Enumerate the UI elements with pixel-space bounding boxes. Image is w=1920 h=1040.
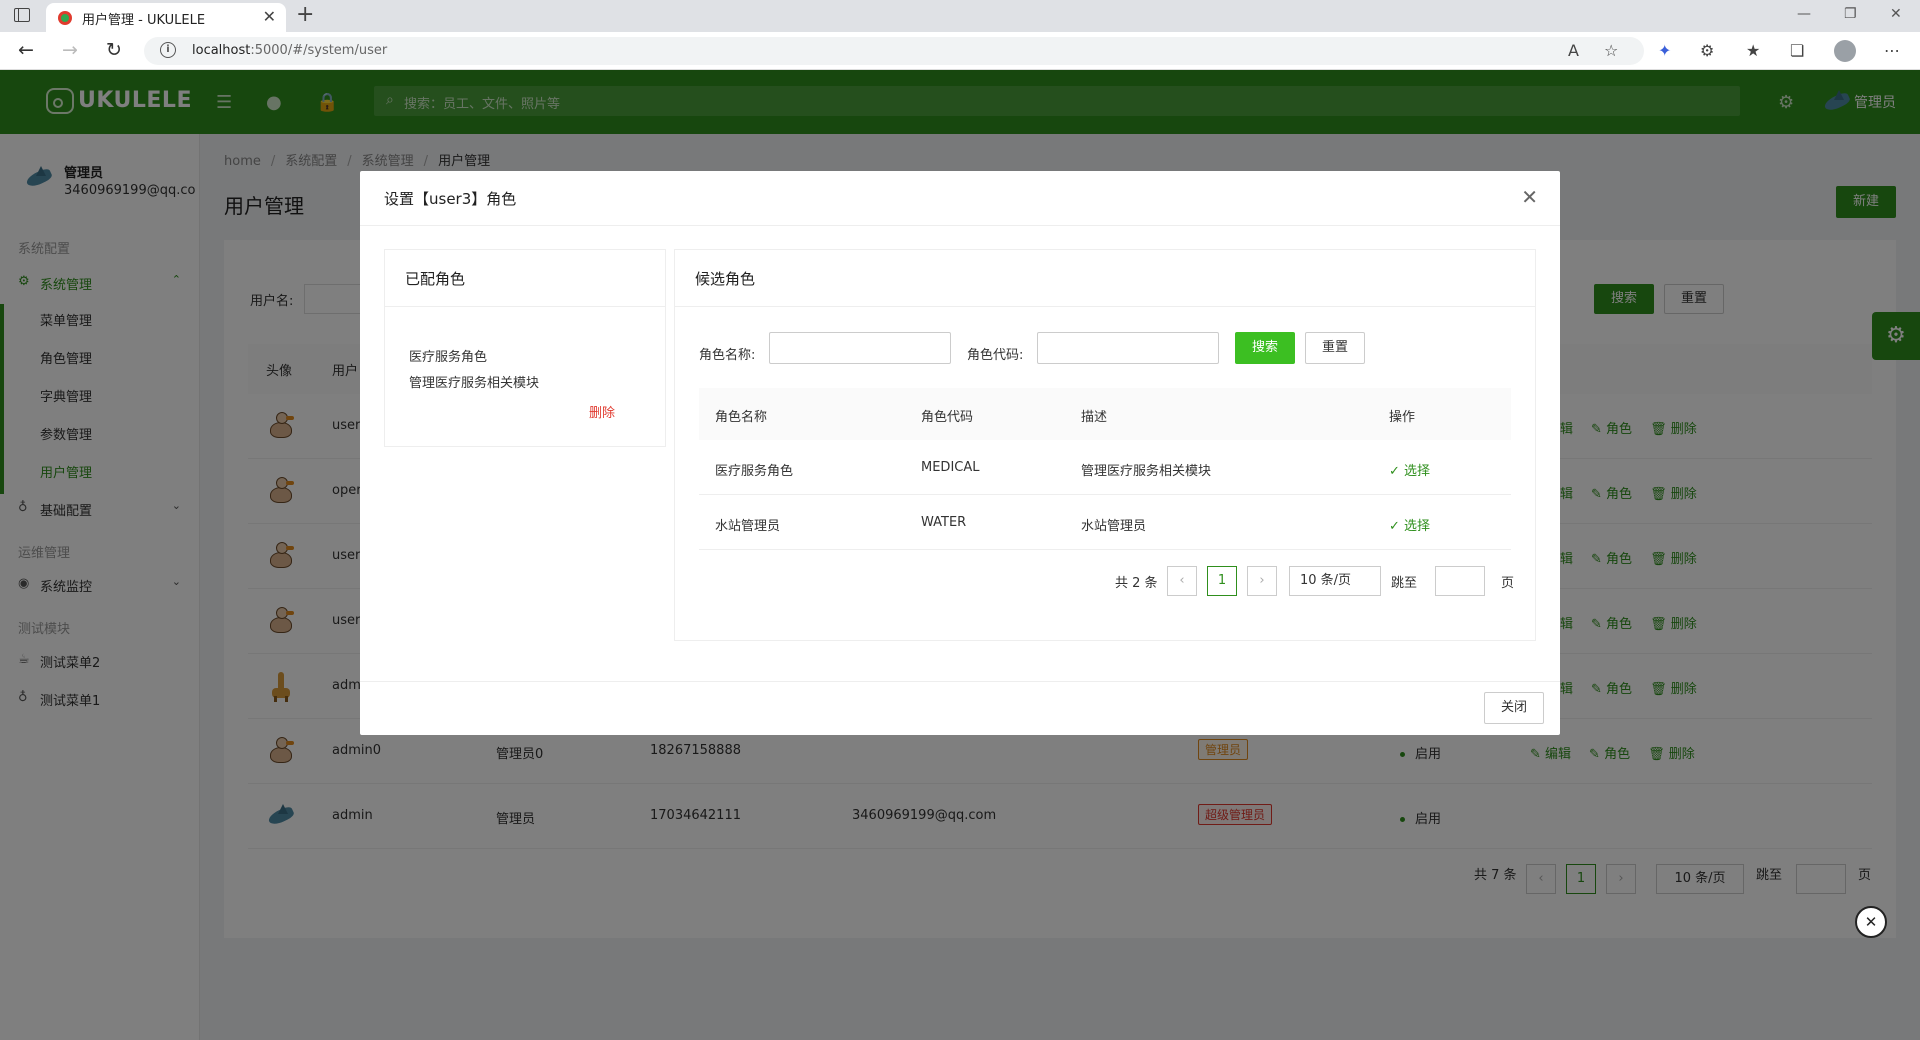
new-tab-icon[interactable]: + [296,2,314,27]
role-name-cell: 医疗服务角色 [715,464,794,479]
panel-divider [385,306,665,307]
role-pager-size-select[interactable]: 10 条/页 [1289,566,1381,596]
floating-tool-icon[interactable]: ✕ [1855,906,1887,938]
panel-divider [675,306,1535,307]
modal-header-divider [360,225,1560,226]
role-pager-total: 共 2 条 [1115,576,1158,591]
tab-close-icon[interactable]: ✕ [263,7,276,26]
restore-icon[interactable]: ❐ [1844,6,1857,22]
set-role-modal: 设置【user3】角色 ✕ 已配角色 医疗服务角色 管理医疗服务相关模块 删除 … [360,171,1560,735]
assigned-roles-panel: 已配角色 医疗服务角色 管理医疗服务相关模块 删除 [384,249,666,447]
extensions-icon[interactable]: ⚙ [1700,41,1714,60]
select-role-link[interactable]: ✓ 选择 [1389,515,1430,534]
favorite-add-icon[interactable]: ☆ [1604,41,1618,60]
table-row: 医疗服务角色 MEDICAL 管理医疗服务相关模块 ✓ 选择 [699,440,1511,495]
role-pager-page-1[interactable]: 1 [1207,566,1237,596]
browser-tabbar: 用户管理 - UKULELE ✕ + — ❐ ✕ [0,0,1920,32]
tab-actions-icon[interactable] [14,8,30,22]
back-icon[interactable]: ← [18,39,34,61]
collections-icon[interactable]: ❏ [1790,41,1804,60]
favorites-icon[interactable]: ★ [1746,41,1760,60]
profile-avatar[interactable] [1834,40,1856,62]
reload-icon[interactable]: ↻ [106,39,122,61]
candidate-roles-title: 候选角色 [695,270,756,288]
favicon-icon [58,11,72,25]
role-pager-page-unit: 页 [1501,576,1515,591]
tab-title: 用户管理 - UKULELE [82,13,206,28]
assigned-role-desc: 管理医疗服务相关模块 [409,376,540,391]
assigned-roles-title: 已配角色 [405,270,466,288]
role-pager-next-icon[interactable]: › [1247,566,1277,596]
role-code-cell: MEDICAL [921,460,980,475]
role-pager-jump-input[interactable] [1435,566,1485,596]
role-reset-button[interactable]: 重置 [1305,332,1365,364]
modal-footer-divider [360,681,1560,682]
modal-title: 设置【user3】角色 [384,190,517,208]
role-desc-cell: 水站管理员 [1081,519,1147,534]
address-bar: ← → ↻ i localhost:5000/#/system/user A ☆… [0,32,1920,70]
col-action: 操作 [1389,410,1416,425]
role-desc-cell: 管理医疗服务相关模块 [1081,464,1212,479]
col-role-name: 角色名称 [715,410,768,425]
read-aloud-icon[interactable]: A [1568,41,1579,60]
role-table-header: 角色名称 角色代码 描述 操作 [699,388,1511,440]
col-description: 描述 [1081,410,1108,425]
assigned-role-name: 医疗服务角色 [409,350,488,365]
table-row: 水站管理员 WATER 水站管理员 ✓ 选择 [699,495,1511,550]
url-text: localhost:5000/#/system/user [192,43,388,58]
candidate-roles-panel: 候选角色 角色名称: 角色代码: 搜索 重置 角色名称 角色代码 描述 操作 医… [674,249,1536,641]
role-code-cell: WATER [921,515,967,530]
role-code-label: 角色代码: [967,348,1024,363]
modal-close-icon[interactable]: ✕ [1521,185,1538,209]
minimize-icon[interactable]: — [1797,6,1811,22]
more-menu-icon[interactable]: ⋯ [1884,41,1900,60]
role-name-input[interactable] [769,332,951,364]
col-role-code: 角色代码 [921,410,974,425]
assigned-role-delete-link[interactable]: 删除 [589,402,615,421]
url-field[interactable]: i localhost:5000/#/system/user [144,37,1644,65]
forward-icon[interactable]: → [62,39,78,61]
role-pager-prev-icon[interactable]: ‹ [1167,566,1197,596]
browser-tab[interactable]: 用户管理 - UKULELE ✕ [46,3,286,32]
role-name-cell: 水站管理员 [715,519,781,534]
site-info-icon[interactable]: i [160,42,176,58]
select-role-link[interactable]: ✓ 选择 [1389,460,1430,479]
role-code-input[interactable] [1037,332,1219,364]
window-close-icon[interactable]: ✕ [1890,6,1902,22]
role-search-button[interactable]: 搜索 [1235,332,1295,364]
role-pager-jump-label: 跳至 [1391,576,1418,591]
extension-icon[interactable]: ✦ [1658,41,1671,60]
modal-close-button[interactable]: 关闭 [1484,692,1544,724]
role-name-label: 角色名称: [699,348,756,363]
